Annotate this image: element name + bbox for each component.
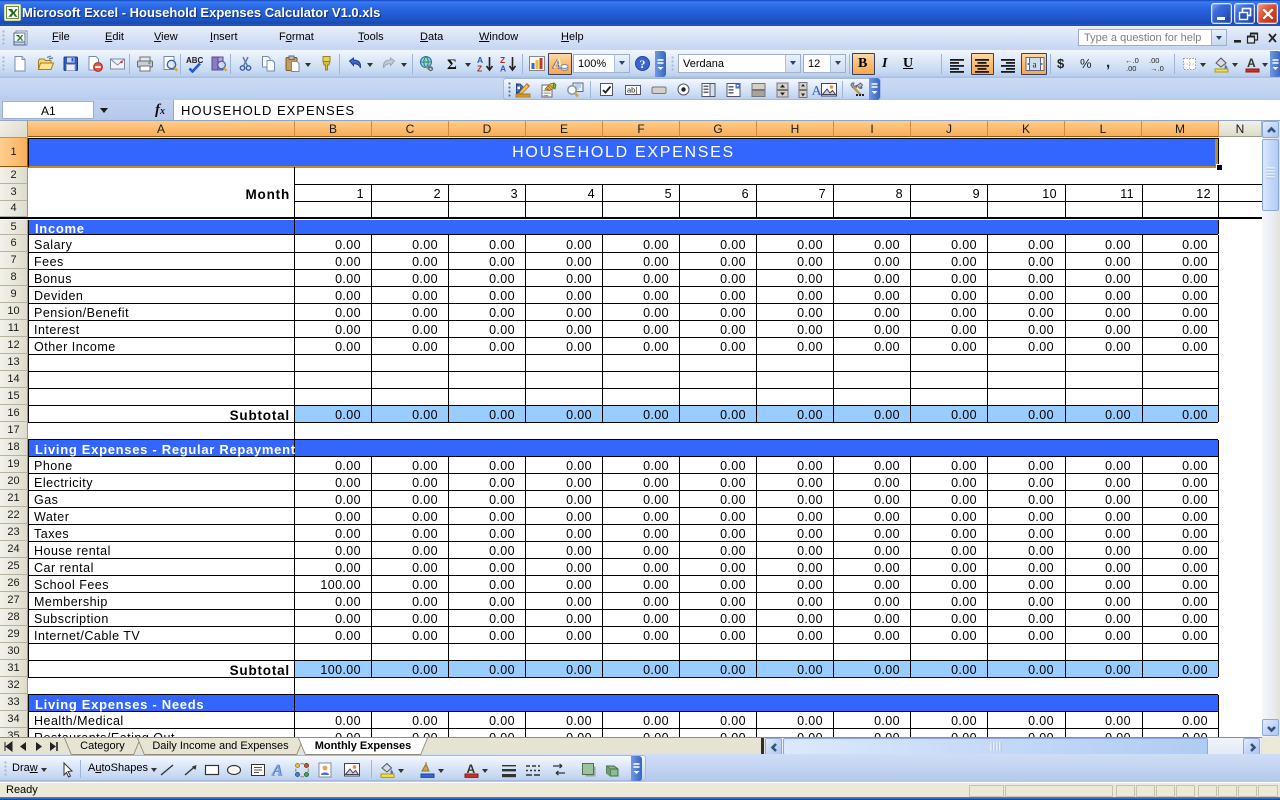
svg-text:Z: Z — [477, 64, 482, 74]
svg-text:ABC: ABC — [186, 56, 204, 65]
svg-text:A: A — [500, 64, 506, 74]
svg-text:.00: .00 — [1126, 64, 1136, 73]
svg-text:ab|: ab| — [627, 86, 637, 95]
svg-text:A: A — [1247, 56, 1256, 70]
svg-text:A: A — [271, 762, 283, 779]
svg-text:Σ: Σ — [447, 57, 457, 73]
svg-text:→.0: →.0 — [1150, 64, 1164, 73]
svg-text:?: ? — [640, 57, 646, 71]
svg-text:a: a — [1033, 60, 1037, 70]
